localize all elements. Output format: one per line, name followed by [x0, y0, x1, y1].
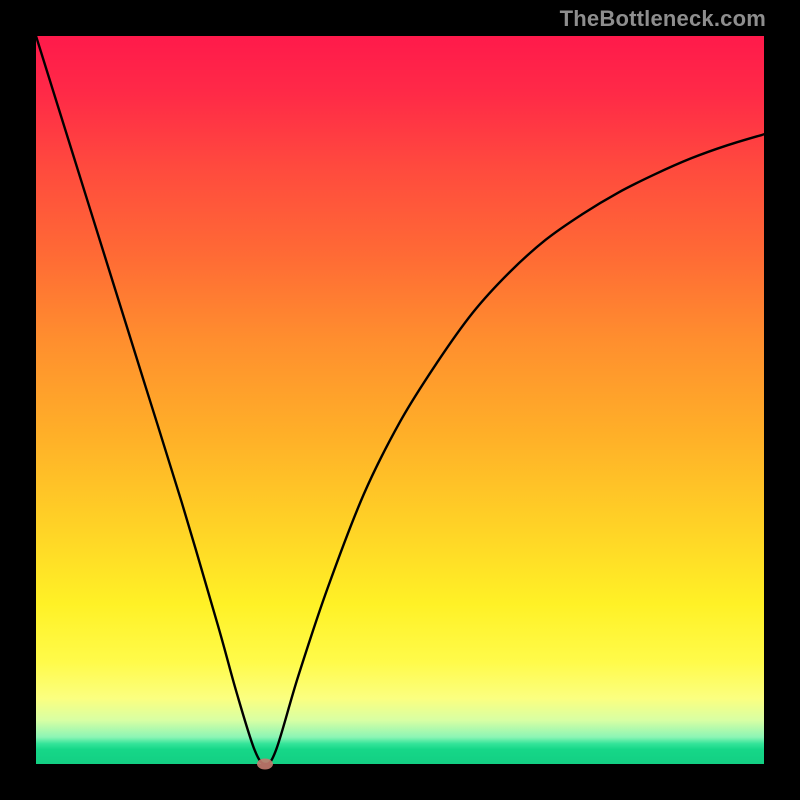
bottleneck-curve [36, 36, 764, 764]
minimum-marker [257, 759, 273, 770]
watermark-text: TheBottleneck.com [560, 6, 766, 32]
plot-area [36, 36, 764, 764]
